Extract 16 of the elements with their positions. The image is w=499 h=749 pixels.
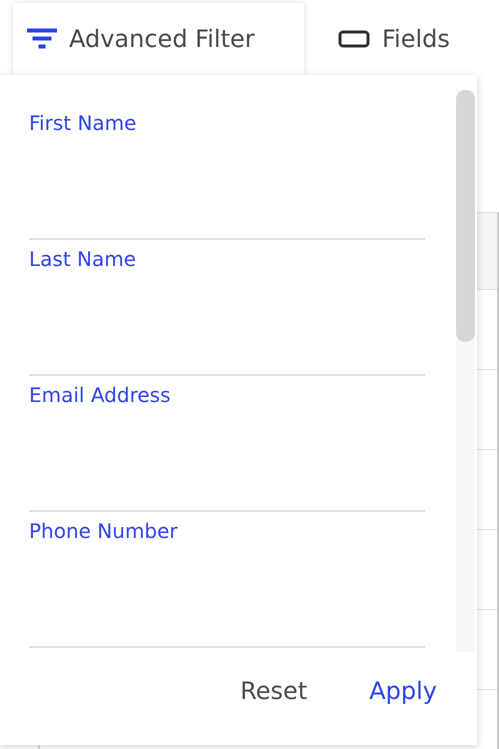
scrollbar[interactable]: [456, 90, 475, 652]
input-field[interactable]: Email Address: [29, 383, 425, 512]
input-field[interactable]: Phone Number: [29, 519, 425, 648]
field-label: Email Address: [29, 383, 172, 407]
input-field[interactable]: Last Name: [29, 247, 425, 376]
reset-button[interactable]: Reset: [240, 677, 308, 705]
filter-icon: [27, 28, 57, 50]
input-field[interactable]: First Name: [29, 111, 425, 240]
field-label: Phone Number: [29, 519, 179, 543]
apply-button[interactable]: Apply: [369, 677, 437, 705]
field-label: First Name: [29, 111, 138, 135]
toolbar-tab[interactable]: Fields: [324, 3, 464, 75]
rectangle-icon: [338, 30, 370, 48]
scrollbar-thumb[interactable]: [456, 90, 475, 342]
field-label: Last Name: [29, 247, 138, 271]
toolbar-tab[interactable]: Advanced Filter: [13, 3, 304, 75]
